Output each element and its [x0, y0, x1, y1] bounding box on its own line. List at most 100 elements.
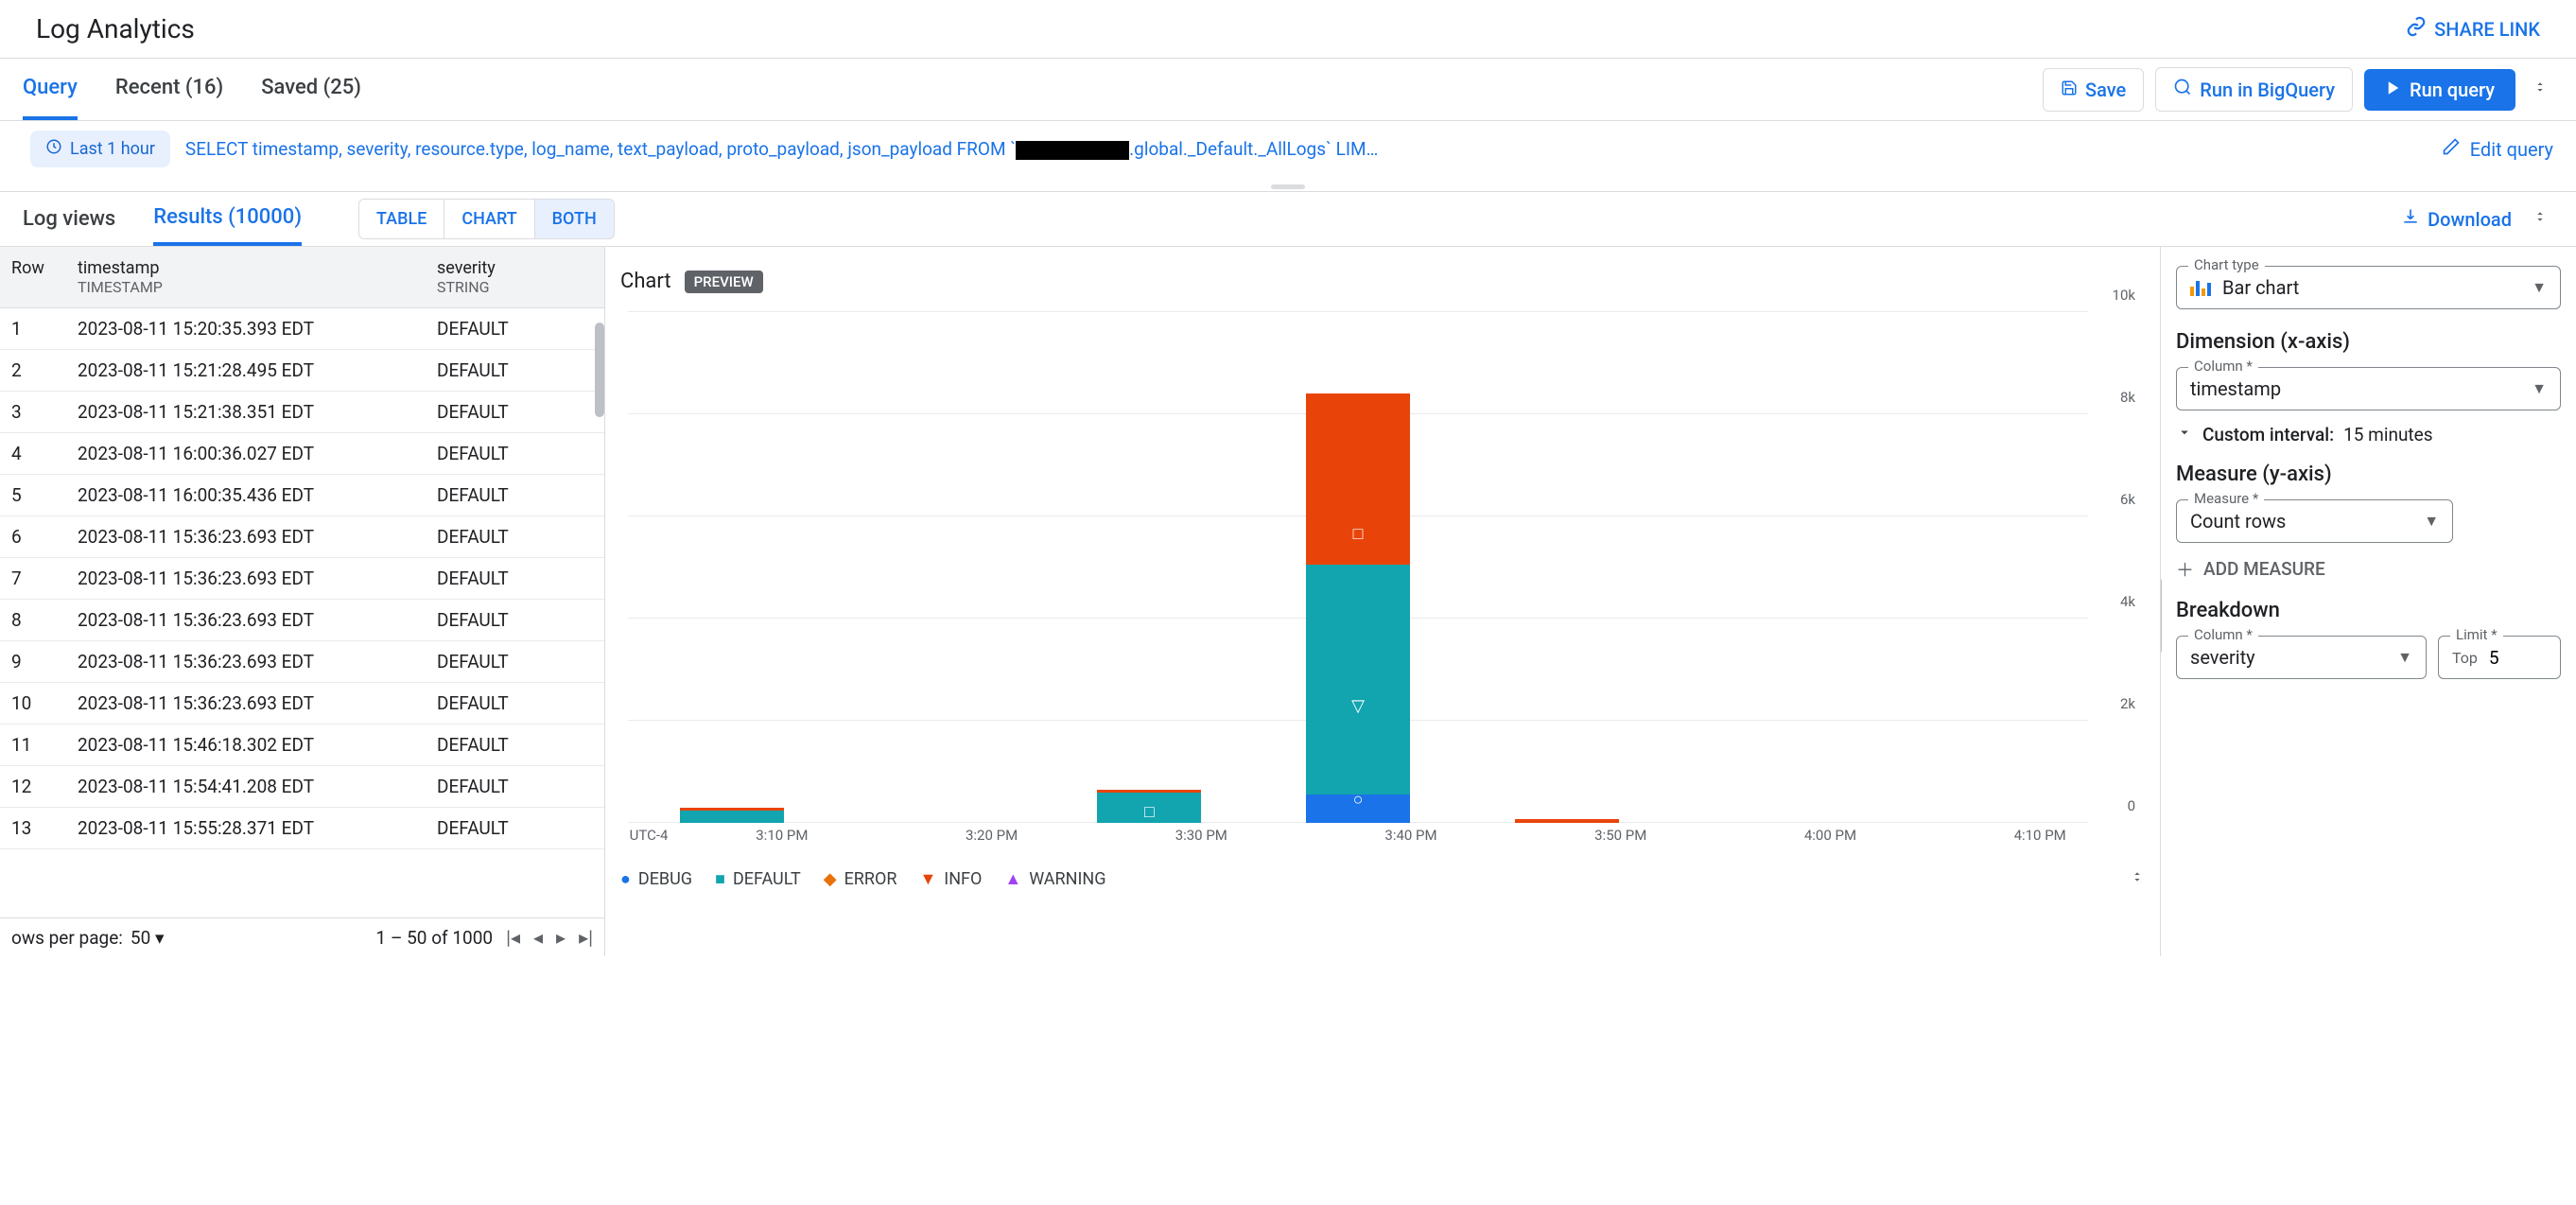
table-row[interactable]: 32023-08-11 15:21:38.351 EDTDEFAULT	[0, 392, 604, 433]
edit-query-button[interactable]: Edit query	[2442, 137, 2553, 161]
share-link-button[interactable]: SHARE LINK	[2406, 16, 2540, 42]
legend-label: INFO	[944, 869, 982, 889]
share-link-label: SHARE LINK	[2434, 18, 2540, 41]
bar[interactable]	[680, 808, 784, 823]
measure-value: Count rows	[2190, 510, 2412, 533]
expand-icon[interactable]	[2527, 77, 2553, 103]
row-index: 12	[0, 776, 66, 797]
measure-select[interactable]: Measure * Count rows ▼	[2176, 499, 2453, 543]
table-row[interactable]: 122023-08-11 15:54:41.208 EDTDEFAULT	[0, 766, 604, 808]
chart-type-select[interactable]: Chart type Bar chart ▼	[2176, 266, 2561, 309]
tab-results[interactable]: Results (10000)	[153, 192, 302, 246]
col-header-timestamp[interactable]: timestamp TIMESTAMP	[66, 254, 426, 300]
scrollbar-thumb[interactable]	[595, 323, 604, 417]
dimension-column-label: Column *	[2188, 358, 2258, 375]
bar-chart-icon	[2190, 279, 2211, 296]
custom-interval-toggle[interactable]: Custom interval: 15 minutes	[2176, 424, 2561, 445]
legend-label: DEFAULT	[733, 869, 801, 889]
breakdown-column-select[interactable]: Column * severity ▼	[2176, 636, 2427, 679]
custom-interval-label: Custom interval:	[2202, 424, 2334, 445]
results-expand-icon[interactable]	[2527, 206, 2553, 233]
add-measure-button[interactable]: ＋ ADD MEASURE	[2176, 556, 2561, 582]
chart-panel: Chart PREVIEW 02k4k6k8k10k□□▽○ UTC-43:10…	[605, 247, 2160, 956]
tab-recent[interactable]: Recent (16)	[115, 59, 223, 120]
seg-chart[interactable]: CHART	[444, 200, 534, 238]
table-row[interactable]: 22023-08-11 15:21:28.495 EDTDEFAULT	[0, 350, 604, 392]
run-query-button[interactable]: Run query	[2364, 69, 2515, 111]
preview-badge: PREVIEW	[685, 271, 763, 293]
table-row[interactable]: 82023-08-11 15:36:23.693 EDTDEFAULT	[0, 600, 604, 641]
chart-config-panel: Chart type Bar chart ▼ Dimension (x-axis…	[2160, 247, 2576, 956]
save-icon	[2061, 79, 2078, 101]
run-in-bigquery-button[interactable]: Run in BigQuery	[2155, 67, 2353, 112]
dimension-heading: Dimension (x-axis)	[2176, 330, 2561, 354]
legend-item[interactable]: ■DEFAULT	[715, 869, 801, 889]
table-row[interactable]: 92023-08-11 15:36:23.693 EDTDEFAULT	[0, 641, 604, 683]
seg-table[interactable]: TABLE	[359, 200, 444, 238]
table-row[interactable]: 62023-08-11 15:36:23.693 EDTDEFAULT	[0, 516, 604, 558]
sql-preview: SELECT timestamp, severity, resource.typ…	[185, 137, 2408, 161]
cell-timestamp: 2023-08-11 15:21:38.351 EDT	[66, 401, 426, 423]
seg-both[interactable]: BOTH	[535, 200, 614, 238]
rows-per-page-select[interactable]: 50 ▾	[131, 927, 165, 949]
cell-timestamp: 2023-08-11 15:55:28.371 EDT	[66, 817, 426, 839]
table-row[interactable]: 42023-08-11 16:00:36.027 EDTDEFAULT	[0, 433, 604, 475]
legend-swatch-icon: ▲	[1004, 869, 1021, 889]
first-page-button[interactable]: |◂	[506, 926, 520, 949]
download-icon	[2401, 207, 2420, 231]
next-page-button[interactable]: ▸	[556, 926, 566, 949]
table-row[interactable]: 72023-08-11 15:36:23.693 EDTDEFAULT	[0, 558, 604, 600]
chevron-down-icon	[2176, 424, 2193, 445]
legend-item[interactable]: ◆ ERROR	[824, 869, 897, 889]
last-page-button[interactable]: ▸|	[579, 926, 593, 949]
row-index: 7	[0, 568, 66, 589]
table-row[interactable]: 102023-08-11 15:36:23.693 EDTDEFAULT	[0, 683, 604, 725]
row-index: 11	[0, 734, 66, 756]
chart-heading: Chart	[620, 270, 671, 293]
cell-severity: DEFAULT	[426, 692, 604, 714]
resize-handle[interactable]	[0, 183, 2576, 191]
limit-value-input[interactable]	[2489, 647, 2527, 669]
save-button[interactable]: Save	[2043, 68, 2144, 112]
table-row[interactable]: 12023-08-11 15:20:35.393 EDTDEFAULT	[0, 308, 604, 350]
bar[interactable]: □	[1097, 790, 1201, 823]
dimension-column-select[interactable]: Column * timestamp ▼	[2176, 367, 2561, 410]
time-range-chip[interactable]: Last 1 hour	[30, 131, 170, 167]
pencil-icon	[2442, 137, 2461, 161]
page-title: Log Analytics	[36, 13, 195, 44]
chart-expand-icon[interactable]	[2130, 866, 2145, 892]
table-row[interactable]: 112023-08-11 15:46:18.302 EDTDEFAULT	[0, 725, 604, 766]
bar[interactable]	[1515, 819, 1619, 823]
col-header-severity[interactable]: severity STRING	[426, 254, 604, 300]
tab-saved[interactable]: Saved (25)	[261, 59, 361, 120]
row-index: 13	[0, 817, 66, 839]
cell-timestamp: 2023-08-11 15:21:28.495 EDT	[66, 359, 426, 381]
cell-severity: DEFAULT	[426, 359, 604, 381]
legend-item[interactable]: ▲WARNING	[1004, 869, 1105, 889]
x-tick: 3:50 PM	[1516, 827, 1726, 844]
limit-input[interactable]: Limit * Top	[2438, 636, 2561, 679]
prev-page-button[interactable]: ◂	[533, 926, 543, 949]
bar[interactable]: □▽○	[1306, 393, 1410, 823]
row-index: 3	[0, 401, 66, 423]
tab-log-views[interactable]: Log views	[23, 194, 115, 244]
legend-swatch-icon: ●	[620, 869, 631, 889]
chevron-down-icon: ▼	[2532, 278, 2547, 297]
chevron-down-icon: ▼	[2424, 512, 2439, 531]
download-button[interactable]: Download	[2401, 207, 2512, 231]
dimension-column-value: timestamp	[2190, 377, 2520, 400]
tab-query[interactable]: Query	[23, 59, 78, 120]
x-tick: 3:10 PM	[677, 827, 887, 844]
cell-timestamp: 2023-08-11 15:46:18.302 EDT	[66, 734, 426, 756]
y-tick: 0	[2128, 797, 2135, 814]
table-row[interactable]: 132023-08-11 15:55:28.371 EDTDEFAULT	[0, 808, 604, 849]
legend-swatch-icon: ◆	[824, 869, 837, 889]
table-row[interactable]: 52023-08-11 16:00:35.436 EDTDEFAULT	[0, 475, 604, 516]
legend-item[interactable]: ● DEBUG	[620, 869, 692, 889]
run-bq-label: Run in BigQuery	[2200, 79, 2335, 101]
results-table-panel: Row timestamp TIMESTAMP severity STRING …	[0, 247, 605, 956]
legend-label: DEBUG	[638, 869, 692, 889]
x-tick: 4:10 PM	[1935, 827, 2145, 844]
legend-item[interactable]: ▼INFO	[919, 869, 982, 889]
legend-label: ERROR	[844, 869, 897, 889]
